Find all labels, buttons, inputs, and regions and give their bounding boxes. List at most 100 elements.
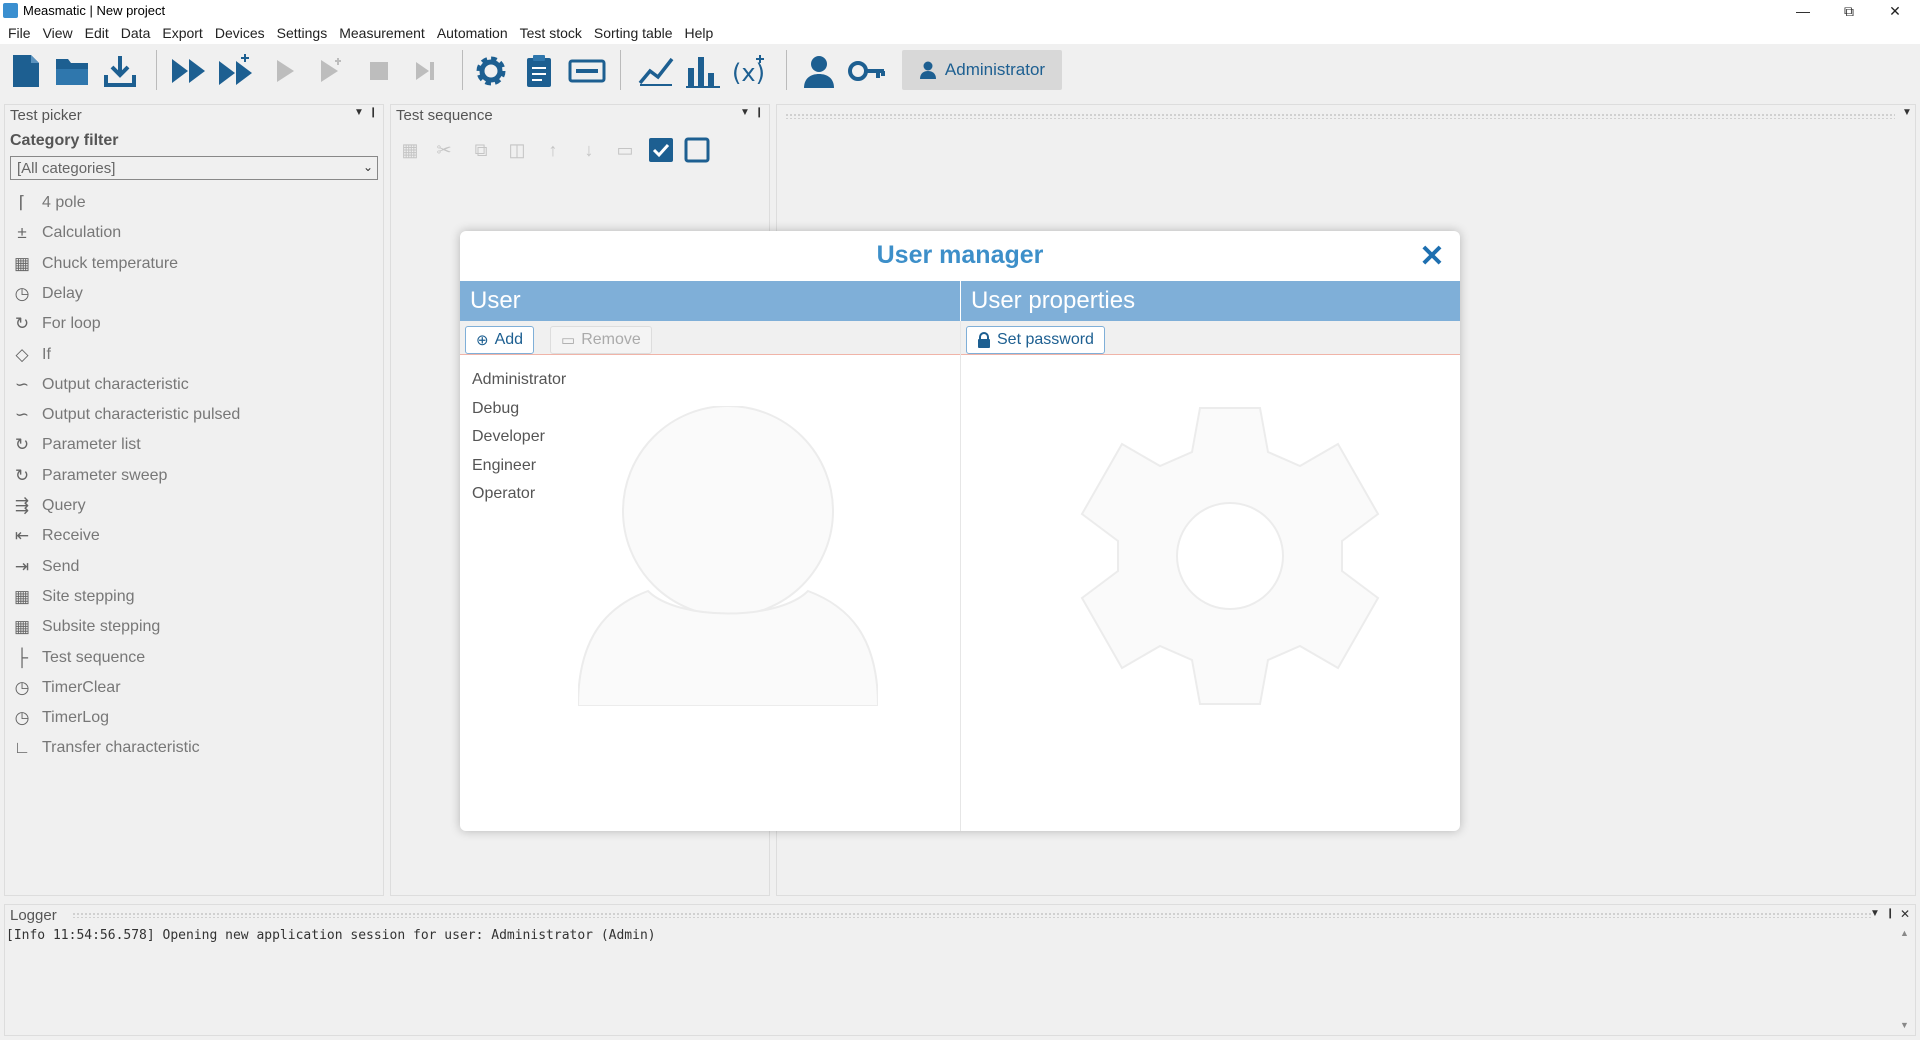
test-picker-item[interactable]: ∟ Transfer characteristic (10, 735, 200, 761)
test-picker-item-label: Parameter list (42, 436, 141, 454)
open-folder-icon[interactable] (51, 50, 93, 92)
user-list-item[interactable]: Administrator (472, 371, 566, 389)
pin-icon[interactable]: ❙ (755, 107, 763, 118)
test-picker-item-label: Output characteristic pulsed (42, 406, 241, 424)
test-picker-item[interactable]: ⇤ Receive (10, 523, 100, 549)
test-picker-item-label: Query (42, 497, 86, 514)
menu-export[interactable]: Export (156, 25, 208, 41)
user-list-item[interactable]: Debug (472, 400, 519, 418)
logger-panel (4, 904, 1916, 1036)
device-icon[interactable] (566, 50, 608, 92)
test-picker-item[interactable]: ⌈ 4 pole (10, 190, 86, 216)
test-picker-item-label: Delay (42, 284, 83, 302)
curves-icon: ∽ (14, 374, 30, 394)
download-icon[interactable] (99, 50, 141, 92)
plus-circle-icon: ⊕ (476, 332, 489, 349)
test-picker-item[interactable]: ∽ Output characteristic pulsed (10, 402, 240, 428)
close-panel-icon[interactable]: ✕ (1900, 907, 1910, 921)
test-picker-item[interactable]: ↻ Parameter sweep (10, 463, 168, 489)
remove-user-button[interactable]: ▭ Remove (550, 326, 652, 354)
menu-devices[interactable]: Devices (209, 25, 271, 41)
set-password-button[interactable]: Set password (966, 326, 1105, 354)
test-picker-item[interactable]: ◷ Delay (10, 281, 83, 307)
pin-icon[interactable]: ❙ (369, 107, 377, 118)
tree-icon: ├ (15, 647, 29, 667)
test-picker-item[interactable]: ◷ TimerLog (10, 705, 109, 731)
gear-icon[interactable] (470, 50, 512, 92)
menu-bar: File View Edit Data Export Devices Setti… (0, 22, 1920, 44)
copy-icon: ⧉ (474, 139, 488, 160)
title-bar: Measmatic | New project — ⧉ ✕ (0, 0, 1920, 22)
minimize-icon[interactable]: — (1780, 0, 1826, 22)
test-picker-item-label: Subsite stepping (42, 618, 161, 636)
fast-forward-icon[interactable] (168, 50, 210, 92)
test-picker-item-label: If (42, 345, 51, 363)
pin-icon[interactable]: ❙ (1886, 908, 1894, 919)
new-file-icon[interactable] (5, 50, 47, 92)
formula-icon[interactable]: (x) (729, 50, 771, 92)
clipboard-icon[interactable] (518, 50, 560, 92)
test-picker-item[interactable]: ↻ Parameter list (10, 432, 141, 458)
test-picker-item[interactable]: ├ Test sequence (10, 645, 145, 671)
test-picker-item[interactable]: ∽ Output characteristic (10, 372, 189, 398)
menu-edit[interactable]: Edit (79, 25, 115, 41)
test-picker-item-label: 4 pole (42, 194, 86, 211)
test-picker-item[interactable]: ◇ If (10, 342, 51, 368)
menu-help[interactable]: Help (679, 25, 720, 41)
close-window-icon[interactable]: ✕ (1872, 0, 1918, 22)
fast-forward-plus-icon[interactable] (216, 50, 258, 92)
chevron-down-icon: ⌄ (362, 160, 373, 174)
check-all-icon[interactable] (647, 136, 675, 164)
menu-data[interactable]: Data (115, 25, 157, 41)
test-picker-item[interactable]: ◷ TimerClear (10, 675, 121, 701)
key-icon[interactable] (846, 50, 888, 92)
menu-view[interactable]: View (37, 25, 79, 41)
panel-menu-icon[interactable]: ▼ (1870, 908, 1880, 919)
menu-sorting-table[interactable]: Sorting table (588, 25, 679, 41)
test-picker-item[interactable]: ▦ Chuck temperature (10, 251, 178, 277)
menu-test-stock[interactable]: Test stock (514, 25, 588, 41)
menu-measurement[interactable]: Measurement (333, 25, 431, 41)
add-user-button[interactable]: ⊕ Add (465, 326, 535, 354)
user-list-item[interactable]: Engineer (472, 457, 536, 475)
user-icon[interactable] (798, 50, 840, 92)
user-watermark-icon (578, 406, 878, 706)
test-picker-item[interactable]: ▦ Subsite stepping (10, 614, 160, 640)
svg-text:(x): (x) (732, 59, 765, 87)
category-filter-select[interactable]: [All categories] ⌄ (10, 156, 378, 180)
delete-icon: ▭ (616, 139, 634, 160)
user-list-item[interactable]: Developer (472, 428, 545, 446)
panel-menu-icon[interactable]: ▼ (740, 107, 750, 118)
line-chart-icon[interactable] (635, 50, 677, 92)
test-picker-item[interactable]: ↻ For loop (10, 311, 101, 337)
test-picker-item[interactable]: ⇶ Query (10, 493, 86, 519)
calc-icon: ± (17, 223, 27, 243)
test-picker-item[interactable]: ⇥ Send (10, 554, 80, 580)
add-user-label: Add (494, 331, 524, 348)
cut-icon: ✂ (436, 139, 452, 160)
uncheck-all-icon[interactable] (683, 136, 711, 164)
menu-file[interactable]: File (2, 25, 37, 41)
toolbar-separator (462, 50, 463, 90)
test-sequence-title: Test sequence (396, 106, 493, 124)
test-picker-header: Test picker (5, 105, 383, 125)
test-picker-item[interactable]: ± Calculation (10, 220, 121, 246)
scroll-up-icon[interactable]: ▲ (1900, 928, 1909, 938)
restore-icon[interactable]: ⧉ (1826, 0, 1872, 22)
test-picker-item-label: Chuck temperature (42, 254, 179, 272)
test-picker-item[interactable]: ▦ Site stepping (10, 584, 135, 610)
user-list-item[interactable]: Operator (472, 485, 535, 503)
test-picker-item-label: Receive (42, 527, 100, 545)
scroll-down-icon[interactable]: ▼ (1900, 1020, 1909, 1030)
menu-automation[interactable]: Automation (431, 25, 514, 41)
rename-icon: ▦ (401, 139, 419, 160)
bar-chart-icon[interactable] (682, 50, 724, 92)
panel-menu-icon[interactable]: ▼ (1902, 107, 1912, 118)
grid-circle-icon: ▦ (13, 617, 31, 637)
current-user-button[interactable]: Administrator (902, 50, 1062, 90)
test-picker-item-label: Site stepping (42, 587, 135, 605)
close-icon[interactable]: ✕ (1415, 239, 1449, 273)
panel-menu-icon[interactable]: ▼ (354, 107, 364, 118)
log-line: [Info 11:54:56.578] Opening new applicat… (6, 928, 656, 943)
menu-settings[interactable]: Settings (271, 25, 334, 41)
